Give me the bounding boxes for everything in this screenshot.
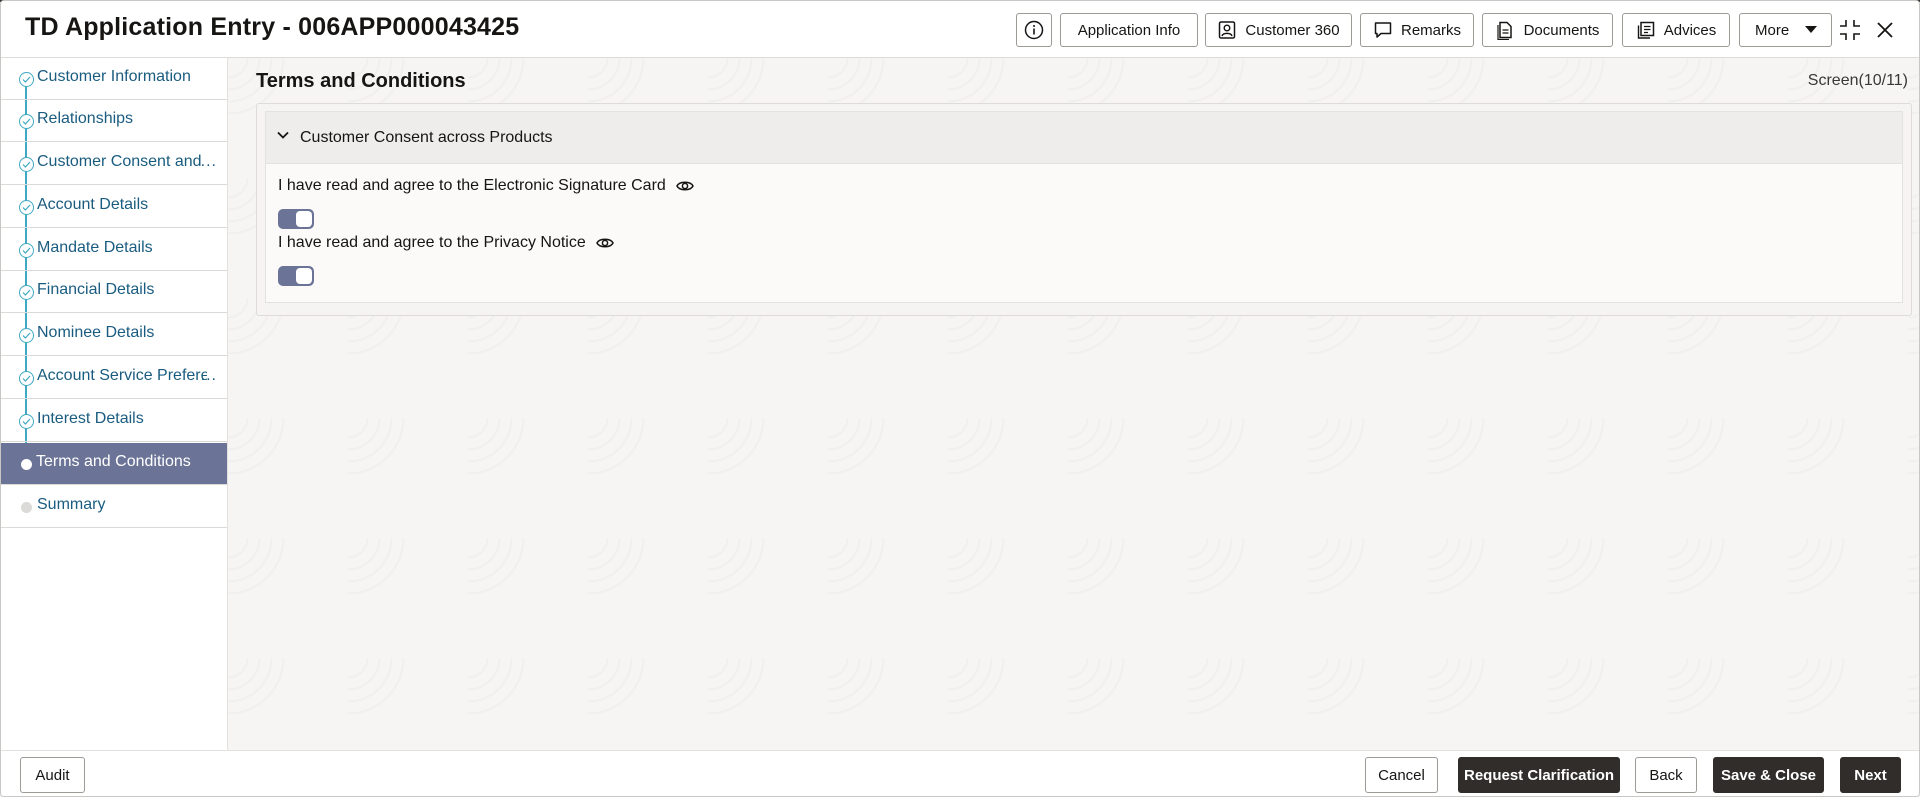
footer-bar: Audit Cancel Request Clarification Back …: [1, 750, 1919, 796]
more-label: More: [1755, 21, 1790, 39]
step-navigation: Customer Information Relationships Custo…: [1, 58, 228, 750]
check-circle-icon: [19, 285, 34, 300]
main-content: Terms and Conditions Screen(10/11) Custo…: [228, 58, 1919, 750]
truncation-ellipsis: ...: [200, 367, 217, 384]
pending-step-dot-icon: [21, 502, 32, 513]
chevron-down-icon[interactable]: [276, 128, 290, 142]
nav-label: Financial Details: [37, 281, 155, 298]
consent-row-privacy-notice: I have read and agree to the Privacy Not…: [278, 234, 614, 252]
application-info-button[interactable]: Application Info: [1060, 13, 1198, 47]
nav-item-nominee-details[interactable]: Nominee Details: [1, 314, 227, 356]
nav-item-mandate-details[interactable]: Mandate Details: [1, 229, 227, 271]
caret-down-icon: [1805, 26, 1817, 33]
cancel-button[interactable]: Cancel: [1365, 757, 1438, 793]
content-panel: Customer Consent across Products I have …: [256, 103, 1912, 316]
screen-counter: Screen(10/11): [1807, 72, 1908, 89]
truncation-ellipsis: ...: [200, 153, 217, 170]
section-header[interactable]: Customer Consent across Products: [266, 112, 1902, 164]
electronic-signature-toggle[interactable]: [278, 209, 314, 229]
current-step-dot-icon: [21, 459, 32, 470]
document-icon: [1496, 21, 1512, 40]
nav-item-customer-information[interactable]: Customer Information: [1, 58, 227, 100]
comment-icon: [1374, 22, 1392, 38]
toggle-knob: [296, 268, 312, 284]
audit-button[interactable]: Audit: [20, 757, 85, 793]
more-dropdown[interactable]: More: [1739, 13, 1832, 47]
advices-icon: [1637, 21, 1654, 39]
close-icon: [1877, 22, 1893, 38]
documents-button[interactable]: Documents: [1482, 13, 1613, 47]
consent-label: I have read and agree to the Electronic …: [278, 177, 666, 194]
check-circle-icon: [19, 328, 34, 343]
toggle-knob: [296, 211, 312, 227]
privacy-notice-toggle[interactable]: [278, 266, 314, 286]
remarks-label: Remarks: [1400, 21, 1461, 39]
next-button[interactable]: Next: [1840, 757, 1901, 793]
collapse-button[interactable]: [1837, 17, 1863, 43]
close-button[interactable]: [1872, 17, 1898, 43]
customer-360-button[interactable]: Customer 360: [1205, 13, 1352, 47]
check-circle-icon: [19, 371, 34, 386]
nav-item-summary[interactable]: Summary: [1, 486, 227, 528]
advices-button[interactable]: Advices: [1622, 13, 1730, 47]
page-header-title: TD Application Entry - 006APP000043425: [25, 13, 520, 41]
nav-label: Customer Consent and: [37, 153, 202, 170]
nav-label: Relationships: [37, 110, 134, 127]
header-bar: TD Application Entry - 006APP000043425 A…: [1, 1, 1919, 58]
nav-label: Nominee Details: [37, 324, 155, 341]
save-and-close-button[interactable]: Save & Close: [1713, 757, 1824, 793]
check-circle-icon: [19, 414, 34, 429]
nav-label: Customer Information: [37, 68, 191, 85]
section-title: Customer Consent across Products: [300, 129, 553, 146]
nav-item-relationships[interactable]: Relationships: [1, 100, 227, 142]
eye-icon[interactable]: [595, 236, 614, 250]
nav-label: Mandate Details: [37, 239, 153, 256]
consent-row-electronic-signature: I have read and agree to the Electronic …: [278, 177, 694, 195]
minimize-screen-icon: [1840, 20, 1860, 40]
nav-label: Account Details: [37, 196, 149, 213]
nav-item-customer-consent[interactable]: Customer Consent and ...: [1, 143, 227, 185]
info-icon: [1024, 20, 1044, 40]
nav-label: Terms and Conditions: [36, 453, 191, 470]
check-circle-icon: [19, 72, 34, 87]
page-title: Terms and Conditions: [256, 70, 466, 92]
user-card-icon: [1219, 21, 1236, 39]
consent-label: I have read and agree to the Privacy Not…: [278, 234, 586, 251]
application-window: TD Application Entry - 006APP000043425 A…: [0, 0, 1920, 797]
request-clarification-button[interactable]: Request Clarification: [1458, 757, 1620, 793]
remarks-button[interactable]: Remarks: [1360, 13, 1474, 47]
check-circle-icon: [19, 157, 34, 172]
nav-label: Summary: [37, 496, 106, 513]
nav-item-account-details[interactable]: Account Details: [1, 186, 227, 228]
advices-label: Advices: [1663, 21, 1717, 39]
nav-label: Account Service Prefere: [37, 367, 207, 384]
info-button[interactable]: [1016, 13, 1052, 47]
check-circle-icon: [19, 200, 34, 215]
consent-section: Customer Consent across Products I have …: [265, 111, 1903, 303]
eye-icon[interactable]: [675, 179, 694, 193]
documents-label: Documents: [1523, 21, 1600, 39]
nav-item-financial-details[interactable]: Financial Details: [1, 271, 227, 313]
nav-item-interest-details[interactable]: Interest Details: [1, 400, 227, 442]
nav-label: Interest Details: [37, 410, 144, 427]
customer-360-label: Customer 360: [1245, 21, 1340, 39]
check-circle-icon: [19, 114, 34, 129]
nav-item-terms-and-conditions[interactable]: Terms and Conditions: [1, 443, 227, 485]
application-info-label: Application Info: [1077, 21, 1181, 39]
nav-item-account-service-preferences[interactable]: Account Service Prefere ...: [1, 357, 227, 399]
back-button[interactable]: Back: [1635, 757, 1697, 793]
check-circle-icon: [19, 243, 34, 258]
